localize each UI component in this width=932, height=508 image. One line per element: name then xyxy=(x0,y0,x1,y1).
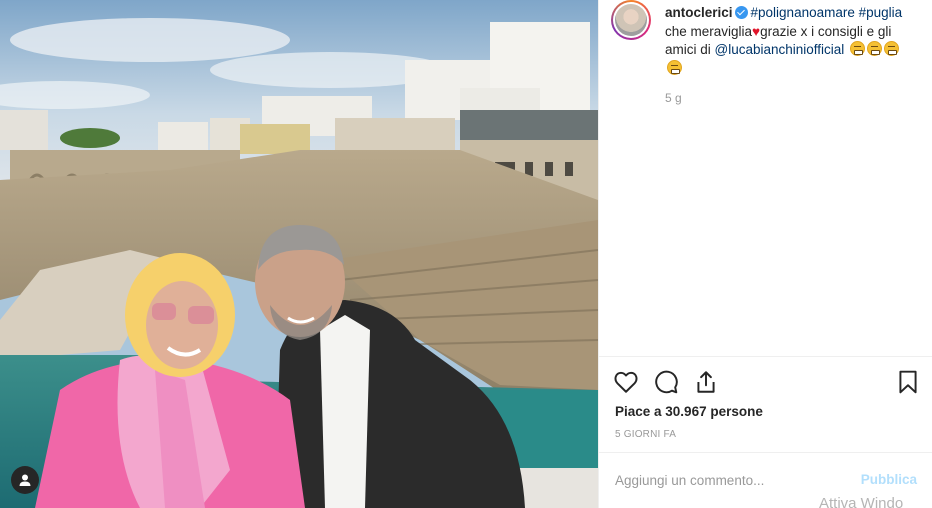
avatar-image xyxy=(615,4,647,36)
share-icon xyxy=(697,371,715,393)
caption-area: antoclerici #polignanoamare #puglia che m… xyxy=(599,0,932,356)
post-side-panel: antoclerici #polignanoamare #puglia che m… xyxy=(598,0,932,508)
bookmark-icon xyxy=(899,370,917,394)
post-photo[interactable] xyxy=(0,0,598,508)
save-button[interactable] xyxy=(895,369,921,395)
post-date[interactable]: 5 GIORNI FA xyxy=(615,429,676,440)
heart-icon xyxy=(614,371,638,393)
username-link[interactable]: antoclerici xyxy=(665,5,733,20)
like-count[interactable]: Piace a 30.967 persone xyxy=(615,404,763,419)
grimacing-face-emoji-icon xyxy=(850,41,866,56)
action-bar: Piace a 30.967 persone 5 GIORNI FA xyxy=(599,356,932,452)
grimacing-face-emoji-icon xyxy=(867,41,883,56)
share-button[interactable] xyxy=(693,369,719,395)
person-tag-icon xyxy=(19,474,31,486)
comment-button[interactable] xyxy=(653,369,679,395)
like-button[interactable] xyxy=(613,369,639,395)
windows-activation-watermark: Attiva Windo xyxy=(819,495,904,508)
grimacing-face-emoji-icon xyxy=(667,59,682,75)
tag-people-button[interactable] xyxy=(11,466,39,494)
verified-badge-icon xyxy=(734,6,748,19)
comment-icon xyxy=(655,370,678,394)
caption-timestamp[interactable]: 5 g xyxy=(665,91,682,105)
caption-text: antoclerici #polignanoamare #puglia che m… xyxy=(665,4,915,78)
publish-button[interactable]: Pubblica xyxy=(861,472,917,487)
hashtag-link[interactable]: #polignanoamare xyxy=(751,5,855,20)
red-heart-emoji-icon: ♥ xyxy=(752,23,761,39)
avatar[interactable] xyxy=(611,0,651,40)
comment-input[interactable] xyxy=(615,469,845,491)
comment-bar: Pubblica Attiva Windo xyxy=(599,452,932,508)
hashtag-link[interactable]: #puglia xyxy=(859,5,903,20)
grimacing-face-emoji-icon xyxy=(884,41,900,56)
caption-phrase: che meraviglia xyxy=(665,23,753,39)
mention-link[interactable]: @lucabianchiniofficial xyxy=(715,42,845,57)
photo-scene xyxy=(0,0,598,508)
